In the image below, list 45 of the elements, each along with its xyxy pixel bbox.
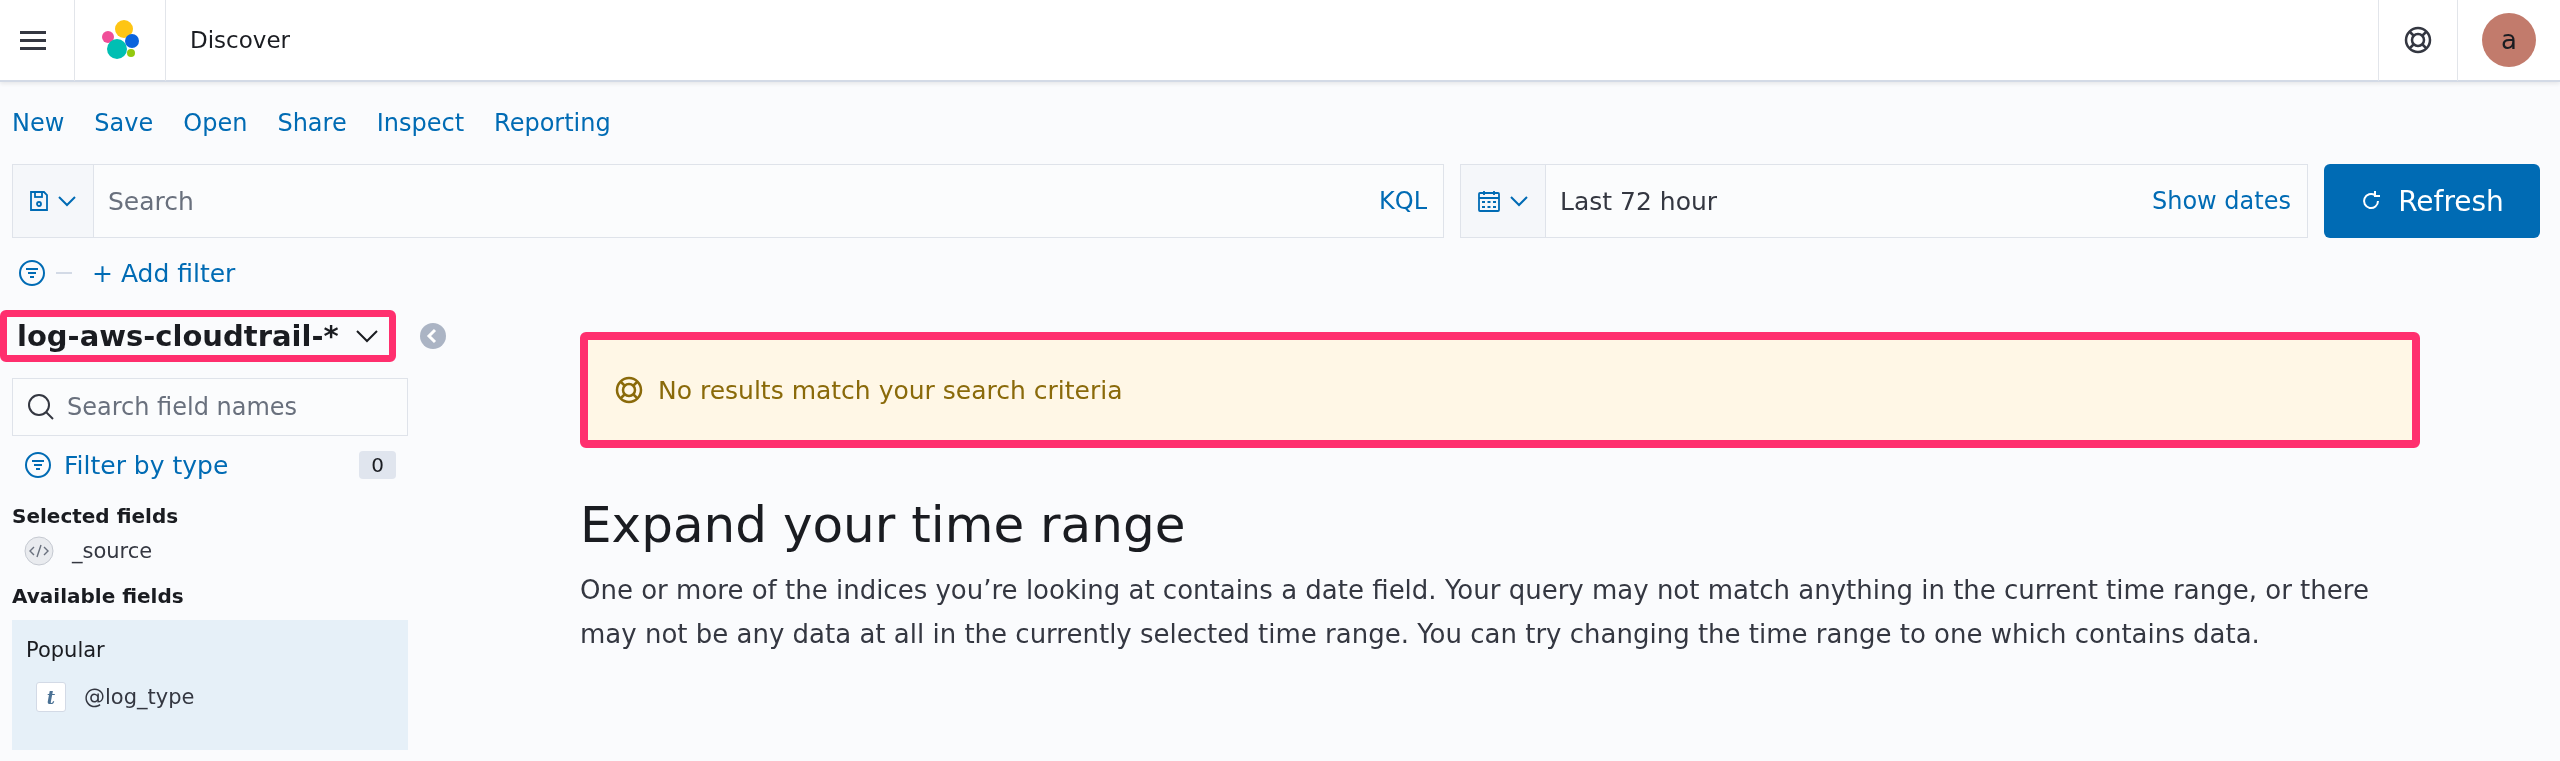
empty-state-text: One or more of the indices you’re looking at contains a date field. Your query may not match anything in the current time range, or there may not be any data at all in the currently selected time range. You can try changing the time range to one which contains data. bbox=[580, 574, 2370, 651]
chevron-down-icon bbox=[1509, 195, 1529, 207]
logo-icon[interactable] bbox=[99, 19, 141, 61]
chevron-down-icon bbox=[57, 195, 77, 207]
menu-link[interactable]: Save bbox=[94, 109, 154, 137]
calendar-icon bbox=[1477, 189, 1501, 213]
field-search-field[interactable]: Search field names bbox=[12, 378, 408, 436]
section-title: Available fields bbox=[12, 583, 185, 608]
page-title: Discover bbox=[190, 27, 291, 53]
help-icon bbox=[614, 375, 644, 405]
time-range-value[interactable]: Last 72 hour bbox=[1546, 186, 2136, 216]
help-icon[interactable] bbox=[2403, 25, 2433, 55]
filter-by-type-link[interactable]: Filter by type bbox=[64, 450, 348, 480]
chevron-down-icon bbox=[354, 329, 379, 343]
show-dates-link[interactable]: Show dates bbox=[2136, 187, 2307, 215]
search-field[interactable]: Search bbox=[94, 186, 1363, 216]
refresh-button[interactable]: Refresh bbox=[2324, 164, 2540, 238]
filter-icon[interactable] bbox=[18, 259, 46, 287]
menu-link[interactable]: Open bbox=[183, 109, 248, 137]
floppy-icon bbox=[29, 190, 49, 212]
user-avatar[interactable]: a bbox=[2482, 13, 2536, 67]
search-icon bbox=[27, 393, 55, 421]
index-pattern-selector[interactable]: log-aws-cloudtrail-* bbox=[0, 310, 396, 362]
menu-link[interactable]: Share bbox=[277, 109, 347, 137]
menu-icon[interactable] bbox=[20, 30, 46, 50]
string-type-icon: t bbox=[36, 682, 66, 712]
quick-select-button[interactable] bbox=[1461, 165, 1546, 237]
empty-state-title: Expand your time range bbox=[580, 496, 1187, 554]
count-badge: 0 bbox=[359, 451, 396, 479]
warning-callout: No results match your search criteria bbox=[580, 332, 2420, 448]
group-title: Popular bbox=[25, 638, 106, 664]
query-language-link[interactable]: KQL bbox=[1363, 187, 1443, 215]
filter-icon[interactable] bbox=[24, 451, 52, 479]
saved-query-button[interactable] bbox=[13, 165, 94, 237]
query-bar[interactable]: Search KQL bbox=[12, 164, 1444, 238]
menu-link[interactable]: Reporting bbox=[494, 109, 611, 137]
section-title: Selected fields bbox=[12, 503, 180, 528]
field-name[interactable]: _source bbox=[72, 539, 153, 563]
field-search-input[interactable]: Search field names bbox=[65, 392, 393, 422]
menu-link[interactable]: Inspect bbox=[376, 109, 465, 137]
add-filter-link[interactable]: + Add filter bbox=[92, 258, 236, 288]
menu-link[interactable]: New bbox=[12, 109, 65, 137]
field-name[interactable]: @log_type bbox=[84, 685, 195, 709]
code-icon bbox=[24, 536, 54, 566]
refresh-icon bbox=[2360, 190, 2383, 212]
